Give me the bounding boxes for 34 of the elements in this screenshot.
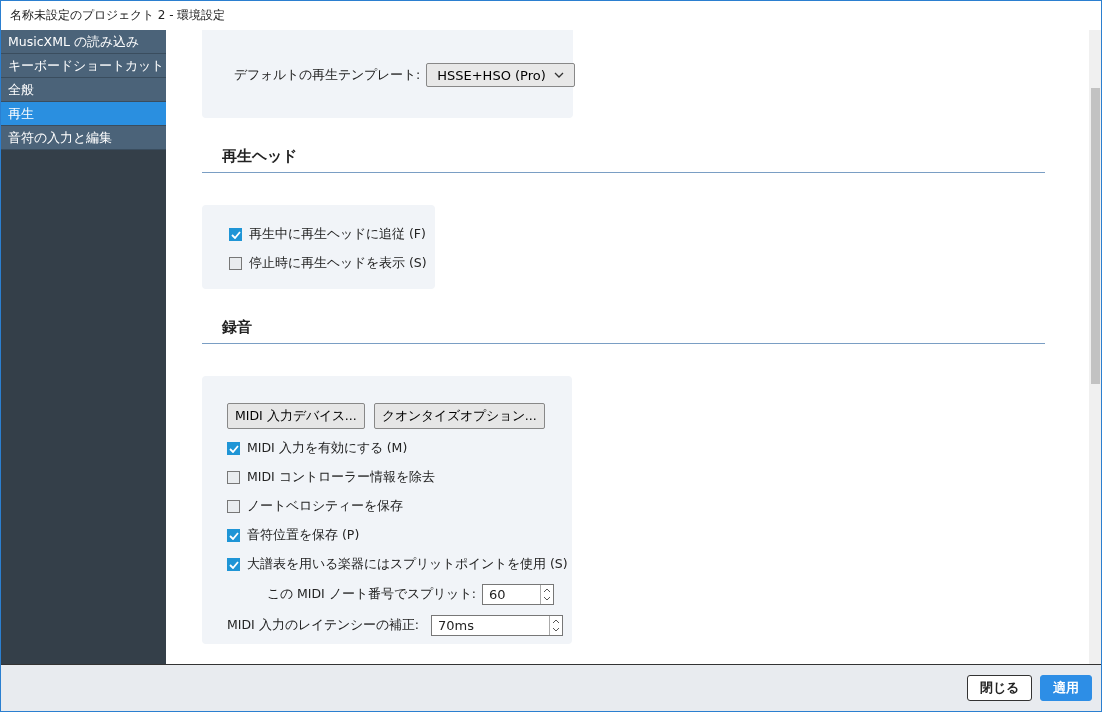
checkbox-label: MIDI コントローラー情報を除去 <box>247 469 435 486</box>
checkbox-label: ノートベロシティーを保存 <box>247 498 403 515</box>
checkbox-label: 大譜表を用いる楽器にはスプリットポイントを使用 (S) <box>247 556 568 573</box>
section-heading: 録音 <box>222 319 252 335</box>
scrollbar[interactable] <box>1089 30 1101 664</box>
section-heading: 再生ヘッド <box>222 148 297 164</box>
sidebar-item[interactable]: 音符の入力と編集 <box>1 126 166 150</box>
template-dropdown[interactable]: HSSE+HSO (Pro) <box>426 63 575 87</box>
checkbox-label: 音符位置を保存 (P) <box>247 527 360 544</box>
checkbox[interactable] <box>227 442 240 455</box>
sidebar-item[interactable]: MusicXML の読み込み <box>1 30 166 54</box>
close-button[interactable]: 閉じる <box>967 675 1032 701</box>
spin-field[interactable]: 70ms <box>430 615 563 636</box>
checkbox-label: 停止時に再生ヘッドを表示 (S) <box>249 255 427 272</box>
options-button[interactable]: MIDI 入力デバイス... <box>227 403 365 429</box>
sidebar-item[interactable]: キーボードショートカット <box>1 54 166 78</box>
checkbox-label: 再生中に再生ヘッドに追従 (F) <box>249 226 426 243</box>
template-label: デフォルトの再生テンプレート: <box>234 66 421 84</box>
checkbox[interactable] <box>227 558 240 571</box>
checkbox[interactable] <box>229 257 242 270</box>
options-button[interactable]: クオンタイズオプション... <box>373 403 545 429</box>
sidebar-item[interactable]: 全般 <box>1 78 166 102</box>
field-label: MIDI 入力のレイテンシーの補正: <box>227 617 419 634</box>
field-label: この MIDI ノート番号でスプリット: <box>267 586 476 603</box>
spinner-arrows-icon[interactable] <box>548 616 562 635</box>
checkbox[interactable] <box>227 500 240 513</box>
checkbox-label: MIDI 入力を有効にする (M) <box>247 440 408 457</box>
spinner-arrows-icon[interactable] <box>539 585 553 604</box>
checkbox[interactable] <box>229 228 242 241</box>
window-title: 名称未設定のプロジェクト 2 - 環境設定 <box>10 7 226 24</box>
spin-field[interactable]: 60 <box>481 584 554 605</box>
checkbox[interactable] <box>227 471 240 484</box>
chevron-down-icon <box>553 72 564 78</box>
checkbox[interactable] <box>227 529 240 542</box>
